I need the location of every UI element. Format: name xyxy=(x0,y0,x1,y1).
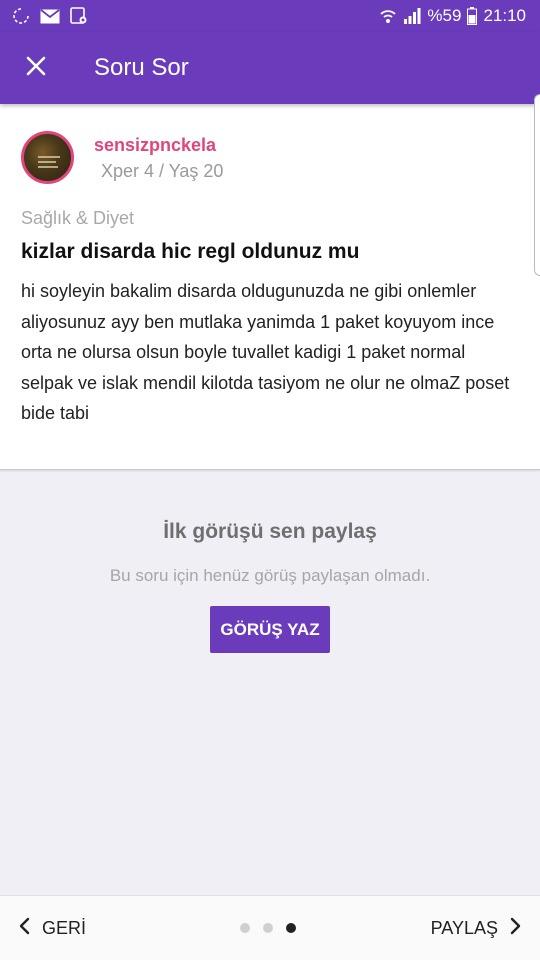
page-dot-active xyxy=(286,923,296,933)
close-button[interactable] xyxy=(0,32,72,104)
write-opinion-button[interactable]: GÖRÜŞ YAZ xyxy=(210,606,330,653)
gallery-notification-icon xyxy=(70,7,88,25)
question-category[interactable]: Sağlık & Diyet xyxy=(21,208,134,229)
chevron-right-icon xyxy=(510,917,522,940)
signal-icon xyxy=(403,8,421,24)
status-bar: %59 21:10 xyxy=(0,0,540,32)
question-title: kizlar disarda hic regl oldunuz mu xyxy=(21,240,360,263)
question-body: hi soyleyin bakalim disarda oldugunuzda … xyxy=(21,281,510,423)
close-icon xyxy=(26,56,46,81)
share-button[interactable]: PAYLAŞ xyxy=(431,896,522,960)
user-meta: Xper 4 / Yaş 20 xyxy=(101,161,224,181)
app-bar: Soru Sor xyxy=(0,32,540,104)
back-label: GERİ xyxy=(42,918,87,938)
chevron-left-icon xyxy=(18,917,30,940)
clock: 21:10 xyxy=(483,6,526,25)
page-indicator xyxy=(240,923,296,933)
question-card: sensizpnckela Xper 4 / Yaş 20 Sağlık & D… xyxy=(0,104,540,470)
sync-icon xyxy=(12,7,30,25)
status-right-icons: %59 21:10 xyxy=(379,6,526,26)
scrollbar[interactable] xyxy=(534,94,540,276)
back-button[interactable]: GERİ xyxy=(18,896,86,960)
battery-percent: %59 xyxy=(427,6,462,25)
page-dot xyxy=(263,923,273,933)
bottom-nav-bar: GERİ PAYLAŞ xyxy=(0,895,540,960)
page-dot xyxy=(240,923,250,933)
avatar[interactable] xyxy=(21,131,74,184)
username[interactable]: sensizpnckela xyxy=(94,135,216,156)
empty-state-subtitle: Bu soru için henüz görüş paylaşan olmadı… xyxy=(109,566,431,585)
empty-state-title: İlk görüşü sen paylaş xyxy=(163,520,377,543)
status-left-icons xyxy=(12,7,88,25)
mail-icon xyxy=(40,8,60,24)
wifi-icon xyxy=(379,7,397,25)
page-title: Soru Sor xyxy=(94,54,189,81)
battery-icon xyxy=(467,7,478,25)
share-label: PAYLAŞ xyxy=(430,918,498,938)
